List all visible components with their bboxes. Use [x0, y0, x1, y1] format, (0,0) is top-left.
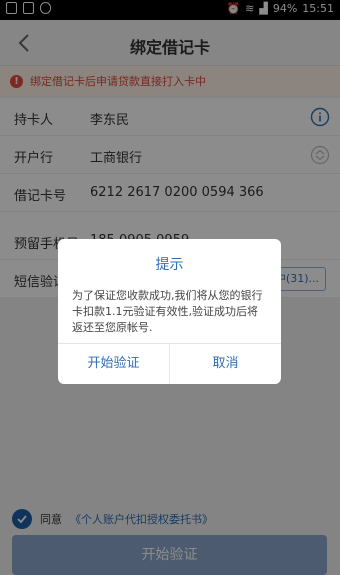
- dialog-buttons: 开始验证 取消: [58, 343, 281, 384]
- dialog-message: 为了保证您收款成功,我们将从您的银行卡扣款1.1元验证有效性,验证成功后将返还至…: [72, 289, 263, 334]
- dialog-confirm-button[interactable]: 开始验证: [58, 344, 169, 384]
- dialog-title: 提示: [155, 257, 184, 273]
- dialog-cancel-button[interactable]: 取消: [169, 344, 281, 384]
- prompt-dialog: 提示 为了保证您收款成功,我们将从您的银行卡扣款1.1元验证有效性,验证成功后将…: [58, 239, 281, 384]
